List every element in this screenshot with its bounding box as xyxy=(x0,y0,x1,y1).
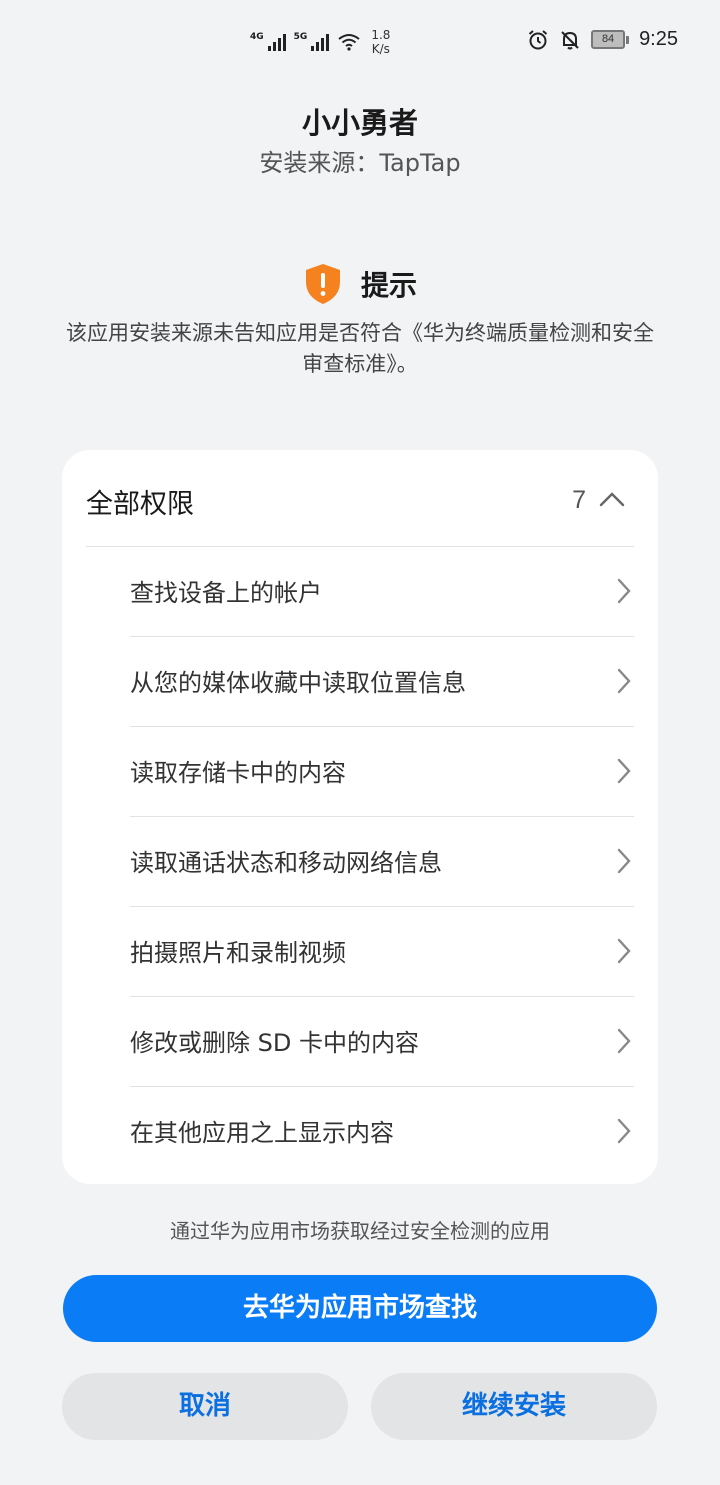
permission-item[interactable]: 查找设备上的帐户 xyxy=(130,547,634,637)
tip-text: 该应用安装来源未告知应用是否符合《华为终端质量检测和安全审查标准》。 xyxy=(66,321,654,376)
chevron-right-icon xyxy=(617,1118,631,1144)
signal-tag: 5G xyxy=(293,32,308,42)
install-source: 安装来源：TapTap xyxy=(259,149,461,177)
chevron-up-icon[interactable] xyxy=(598,490,626,508)
permissions-count: 7 xyxy=(572,486,586,514)
chevron-right-icon xyxy=(617,668,631,694)
network-speed: 1.8 K/s xyxy=(371,28,390,56)
signal-icon: 4G xyxy=(250,33,286,51)
chevron-right-icon xyxy=(617,758,631,784)
chevron-right-icon xyxy=(617,848,631,874)
alarm-icon xyxy=(528,29,548,49)
mute-bell-icon xyxy=(561,30,579,49)
cancel-button[interactable]: 取消 xyxy=(62,1373,348,1440)
speed-value: 1.8 xyxy=(371,28,391,42)
permission-item[interactable]: 读取通话状态和移动网络信息 xyxy=(130,817,634,907)
chevron-right-icon xyxy=(617,578,631,604)
permission-item[interactable]: 拍摄照片和录制视频 xyxy=(130,907,634,997)
permission-label: 读取通话状态和移动网络信息 xyxy=(130,849,442,877)
battery-level: 84 xyxy=(591,30,626,49)
tip-header: 提示 xyxy=(0,262,720,306)
permission-label: 拍摄照片和录制视频 xyxy=(130,939,346,967)
permission-label: 修改或删除 SD 卡中的内容 xyxy=(130,1029,419,1057)
speed-unit: K/s xyxy=(371,42,390,56)
chevron-right-icon xyxy=(617,938,631,964)
permission-item[interactable]: 从您的媒体收藏中读取位置信息 xyxy=(130,637,634,727)
permissions-card: 全部权限 7 查找设备上的帐户 从您的媒体收藏中读取位置信息 读取存储卡中的内容… xyxy=(62,450,658,1184)
status-right: 84 9:25 xyxy=(527,28,678,51)
tip-title: 提示 xyxy=(360,269,417,302)
permission-item[interactable]: 修改或删除 SD 卡中的内容 xyxy=(130,997,634,1087)
wifi-icon xyxy=(338,34,360,51)
permission-item[interactable]: 在其他应用之上显示内容 xyxy=(130,1087,634,1177)
clock: 9:25 xyxy=(639,28,678,50)
chevron-right-icon xyxy=(617,1028,631,1054)
signal-tag: 4G xyxy=(250,32,264,42)
status-bar: 4G 5G 1.8 K/s 84 9:25 xyxy=(0,0,720,84)
permissions-header[interactable]: 全部权限 7 xyxy=(86,450,634,547)
battery-icon: 84 xyxy=(591,30,630,49)
go-to-app-market-button[interactable]: 去华为应用市场查找 xyxy=(63,1275,657,1342)
status-left: 4G 5G 1.8 K/s xyxy=(250,28,390,56)
warning-shield-icon xyxy=(305,264,340,304)
permission-label: 在其他应用之上显示内容 xyxy=(130,1119,394,1147)
permission-label: 读取存储卡中的内容 xyxy=(130,759,346,787)
market-hint: 通过华为应用市场获取经过安全检测的应用 xyxy=(170,1219,550,1243)
permission-label: 查找设备上的帐户 xyxy=(130,579,322,607)
app-name: 小小勇者 xyxy=(301,106,418,140)
signal-icon: 5G xyxy=(294,33,330,51)
permission-item[interactable]: 读取存储卡中的内容 xyxy=(130,727,634,817)
permissions-title: 全部权限 xyxy=(86,489,194,520)
continue-install-button[interactable]: 继续安装 xyxy=(371,1373,657,1440)
permission-label: 从您的媒体收藏中读取位置信息 xyxy=(130,669,466,697)
